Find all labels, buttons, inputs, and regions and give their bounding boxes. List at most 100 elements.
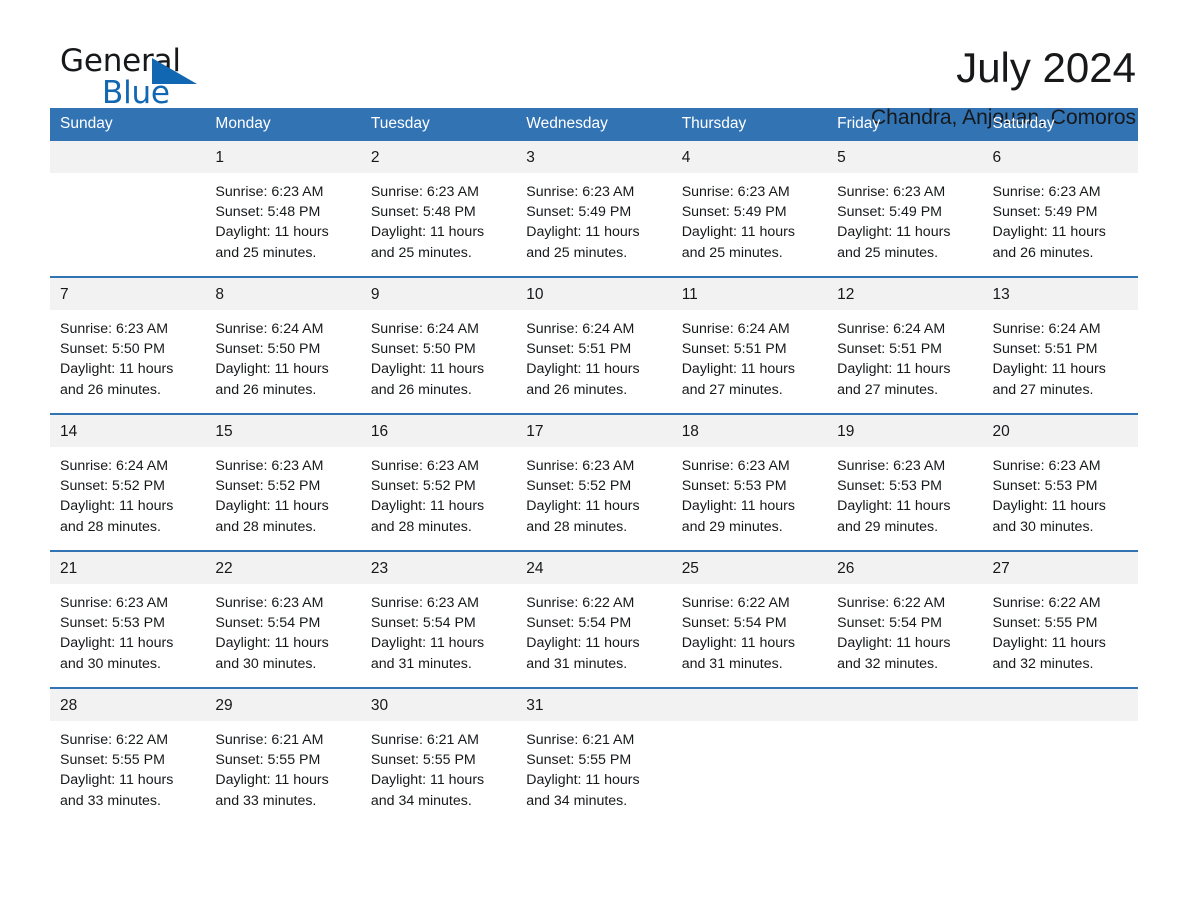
- calendar-day-cell[interactable]: 8 Sunrise: 6:24 AM Sunset: 5:50 PM Daylight…: [205, 276, 361, 414]
- calendar-day-cell[interactable]: 22 Sunrise: 6:23 AM Sunset: 5:54 PM Dayligh…: [205, 550, 361, 688]
- calendar-cell-empty: [671, 687, 828, 824]
- daylight-text-line2: and 28 minutes.: [60, 518, 161, 535]
- calendar-day-cell[interactable]: 9 Sunrise: 6:24 AM Sunset: 5:50 PM Daylight…: [360, 276, 517, 414]
- calendar-day-cell[interactable]: 18 Sunrise: 6:23 AM Sunset: 5:53 PM Dayligh…: [671, 413, 828, 551]
- sunset-text: Sunset: 5:54 PM: [681, 615, 787, 632]
- sunset-text: Sunset: 5:51 PM: [992, 341, 1098, 358]
- day-info: Sunrise: 6:22 AM Sunset: 5:54 PM Daylight:…: [827, 584, 982, 674]
- daylight-text-line2: and 29 minutes.: [681, 518, 783, 535]
- day-number: 22: [205, 552, 361, 584]
- calendar-day-cell[interactable]: 26 Sunrise: 6:22 AM Sunset: 5:54 PM Dayligh…: [827, 550, 983, 688]
- day-info: Sunrise: 6:23 AM Sunset: 5:53 PM Daylight:…: [672, 447, 827, 537]
- sunrise-text: Sunrise: 6:21 AM: [526, 732, 635, 748]
- calendar-day-cell[interactable]: 4 Sunrise: 6:23 AM Sunset: 5:49 PM Daylight…: [671, 141, 828, 277]
- calendar-day-cell[interactable]: 3 Sunrise: 6:23 AM Sunset: 5:49 PM Daylight…: [516, 141, 672, 277]
- day-info: Sunrise: 6:24 AM Sunset: 5:52 PM Daylight:…: [50, 447, 205, 537]
- daylight-text-line1: Daylight: 11 hours: [837, 361, 951, 378]
- day-number: 16: [360, 415, 517, 447]
- calendar-day-cell[interactable]: 5 Sunrise: 6:23 AM Sunset: 5:49 PM Daylight…: [827, 141, 983, 277]
- calendar-day-cell[interactable]: 1 Sunrise: 6:23 AM Sunset: 5:48 PM Daylight…: [205, 141, 361, 277]
- sunset-text: Sunset: 5:51 PM: [681, 341, 787, 358]
- daylight-text-line1: Daylight: 11 hours: [992, 498, 1106, 515]
- sunset-text: Sunset: 5:53 PM: [681, 478, 787, 495]
- day-number: 29: [205, 689, 361, 721]
- day-info: Sunrise: 6:23 AM Sunset: 5:49 PM Daylight:…: [983, 173, 1138, 263]
- day-number: 7: [50, 278, 206, 310]
- calendar-day-cell[interactable]: 14 Sunrise: 6:24 AM Sunset: 5:52 PM Dayligh…: [50, 413, 206, 551]
- sunset-text: Sunset: 5:55 PM: [60, 752, 165, 769]
- calendar-week-row: 1 Sunrise: 6:23 AM Sunset: 5:48 PM Daylight…: [50, 141, 1138, 277]
- sunrise-text: Sunrise: 6:23 AM: [837, 458, 946, 474]
- sunrise-text: Sunrise: 6:23 AM: [215, 458, 324, 474]
- daylight-text-line1: Daylight: 11 hours: [215, 361, 329, 378]
- day-info: Sunrise: 6:21 AM Sunset: 5:55 PM Daylight:…: [516, 721, 671, 811]
- calendar-day-cell[interactable]: 28 Sunrise: 6:22 AM Sunset: 5:55 PM Dayligh…: [50, 687, 206, 824]
- sunrise-text: Sunrise: 6:23 AM: [992, 458, 1101, 474]
- calendar-day-cell[interactable]: 17 Sunrise: 6:23 AM Sunset: 5:52 PM Dayligh…: [516, 413, 672, 551]
- day-number: 12: [827, 278, 983, 310]
- calendar-day-cell[interactable]: 6 Sunrise: 6:23 AM Sunset: 5:49 PM Daylight…: [982, 141, 1138, 277]
- sunset-text: Sunset: 5:53 PM: [992, 478, 1098, 495]
- day-number: 18: [671, 415, 828, 447]
- weekday-header-thursday: Thursday: [671, 108, 828, 141]
- calendar-day-cell[interactable]: 24 Sunrise: 6:22 AM Sunset: 5:54 PM Dayligh…: [516, 550, 672, 688]
- sunset-text: Sunset: 5:50 PM: [60, 341, 165, 358]
- calendar-page: General Blue July 2024 Chandra, Anjouan,…: [0, 0, 1188, 918]
- calendar-day-cell[interactable]: 20 Sunrise: 6:23 AM Sunset: 5:53 PM Dayligh…: [982, 413, 1138, 551]
- sunrise-text: Sunrise: 6:23 AM: [60, 595, 169, 611]
- day-number: 5: [827, 141, 983, 173]
- day-number: 9: [360, 278, 517, 310]
- calendar-cell-empty: [982, 687, 1138, 824]
- day-info: Sunrise: 6:23 AM Sunset: 5:49 PM Daylight:…: [672, 173, 827, 263]
- calendar-day-cell[interactable]: 23 Sunrise: 6:23 AM Sunset: 5:54 PM Dayligh…: [360, 550, 517, 688]
- day-info: Sunrise: 6:23 AM Sunset: 5:48 PM Daylight:…: [361, 173, 516, 263]
- sunrise-text: Sunrise: 6:22 AM: [681, 595, 790, 611]
- daylight-text-line2: and 32 minutes.: [992, 655, 1094, 672]
- day-number: 4: [671, 141, 828, 173]
- daylight-text-line1: Daylight: 11 hours: [526, 635, 640, 652]
- calendar-week-row: 28 Sunrise: 6:22 AM Sunset: 5:55 PM Dayligh…: [50, 687, 1138, 824]
- sunset-text: Sunset: 5:53 PM: [60, 615, 165, 632]
- calendar-day-cell[interactable]: 12 Sunrise: 6:24 AM Sunset: 5:51 PM Dayligh…: [827, 276, 983, 414]
- sunrise-text: Sunrise: 6:23 AM: [992, 184, 1101, 200]
- day-number: 3: [516, 141, 672, 173]
- calendar-day-cell[interactable]: 31 Sunrise: 6:21 AM Sunset: 5:55 PM Dayligh…: [516, 687, 672, 824]
- calendar-day-cell[interactable]: 19 Sunrise: 6:23 AM Sunset: 5:53 PM Dayligh…: [827, 413, 983, 551]
- calendar-day-cell[interactable]: 25 Sunrise: 6:22 AM Sunset: 5:54 PM Dayligh…: [671, 550, 828, 688]
- daylight-text-line1: Daylight: 11 hours: [215, 772, 329, 789]
- sunset-text: Sunset: 5:55 PM: [992, 615, 1098, 632]
- calendar-day-cell[interactable]: 27 Sunrise: 6:22 AM Sunset: 5:55 PM Dayligh…: [982, 550, 1138, 688]
- daylight-text-line2: and 25 minutes.: [370, 244, 472, 261]
- day-number: 1: [205, 141, 361, 173]
- sunrise-text: Sunrise: 6:23 AM: [681, 184, 790, 200]
- daylight-text-line2: and 28 minutes.: [370, 518, 472, 535]
- general-blue-logo[interactable]: General Blue: [50, 44, 210, 116]
- calendar-day-cell[interactable]: 7 Sunrise: 6:23 AM Sunset: 5:50 PM Daylight…: [50, 276, 206, 414]
- calendar-day-cell[interactable]: 16 Sunrise: 6:23 AM Sunset: 5:52 PM Dayligh…: [360, 413, 517, 551]
- sunset-text: Sunset: 5:54 PM: [837, 615, 942, 632]
- daylight-text-line1: Daylight: 11 hours: [370, 224, 485, 241]
- day-info: Sunrise: 6:23 AM Sunset: 5:52 PM Daylight:…: [516, 447, 671, 537]
- day-number: 27: [982, 552, 1138, 584]
- calendar-day-cell[interactable]: 13 Sunrise: 6:24 AM Sunset: 5:51 PM Dayligh…: [982, 276, 1138, 414]
- day-info: Sunrise: 6:24 AM Sunset: 5:51 PM Daylight:…: [983, 310, 1138, 400]
- daylight-text-line1: Daylight: 11 hours: [370, 361, 485, 378]
- daylight-text-line2: and 27 minutes.: [992, 381, 1094, 398]
- calendar-day-cell[interactable]: 15 Sunrise: 6:23 AM Sunset: 5:52 PM Dayligh…: [205, 413, 361, 551]
- calendar-day-cell[interactable]: 2 Sunrise: 6:23 AM Sunset: 5:48 PM Daylight…: [360, 141, 517, 277]
- calendar-day-cell[interactable]: 30 Sunrise: 6:21 AM Sunset: 5:55 PM Dayligh…: [360, 687, 517, 824]
- daylight-text-line1: Daylight: 11 hours: [526, 772, 640, 789]
- daylight-text-line1: Daylight: 11 hours: [992, 635, 1106, 652]
- calendar-day-cell[interactable]: 29 Sunrise: 6:21 AM Sunset: 5:55 PM Dayligh…: [205, 687, 361, 824]
- calendar-day-cell[interactable]: 21 Sunrise: 6:23 AM Sunset: 5:53 PM Dayligh…: [50, 550, 206, 688]
- sunrise-text: Sunrise: 6:22 AM: [60, 732, 169, 748]
- day-number: 25: [671, 552, 828, 584]
- calendar-day-cell[interactable]: 10 Sunrise: 6:24 AM Sunset: 5:51 PM Dayligh…: [516, 276, 672, 414]
- day-number: 21: [50, 552, 206, 584]
- sunset-text: Sunset: 5:51 PM: [837, 341, 942, 358]
- calendar-day-cell[interactable]: 11 Sunrise: 6:24 AM Sunset: 5:51 PM Dayligh…: [671, 276, 828, 414]
- triangle-icon: [152, 58, 197, 84]
- calendar-table: Sunday Monday Tuesday Wednesday Thursday…: [50, 108, 1138, 824]
- day-number: 28: [50, 689, 206, 721]
- sunrise-text: Sunrise: 6:23 AM: [215, 184, 324, 200]
